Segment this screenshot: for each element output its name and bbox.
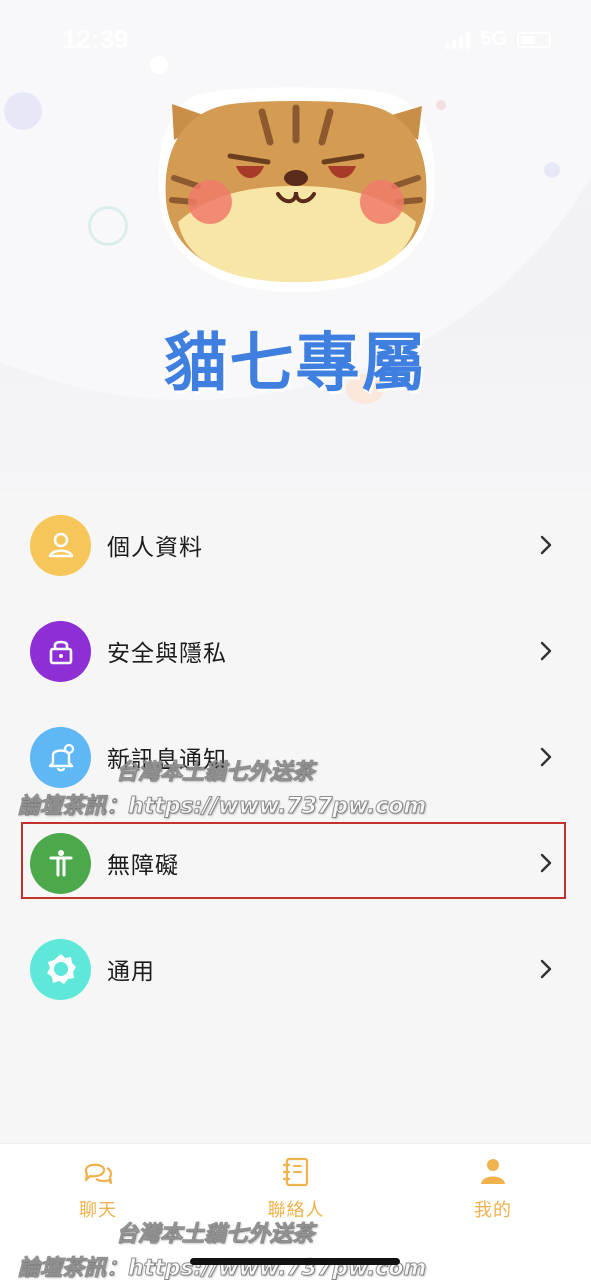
decor-ring <box>88 206 128 246</box>
menu-item-general[interactable]: 通用 <box>0 916 591 1022</box>
decor-dot <box>4 92 42 130</box>
menu-item-label: 無障礙 <box>107 853 179 879</box>
chevron-right-icon <box>540 535 552 555</box>
decor-dot <box>544 162 560 178</box>
watermark-text: 論壇茶訊：https://www.737pw.com <box>17 794 427 820</box>
menu-item-profile[interactable]: 個人資料 <box>0 492 591 598</box>
watermark-text: 台灣本土貓七外送茶 <box>115 1222 315 1248</box>
watermark-text: 台灣本土貓七外送茶 <box>115 760 315 786</box>
tab-me[interactable]: 我的 <box>433 1156 553 1222</box>
general-icon-badge <box>30 938 91 1000</box>
brand-title: 貓七專屬 <box>163 327 428 401</box>
menu-item-label: 安全與隱私 <box>107 641 227 667</box>
person-icon <box>48 532 73 558</box>
signal-icon <box>445 31 471 49</box>
cat-mascot <box>150 82 442 296</box>
lock-icon <box>49 640 72 665</box>
contacts-icon <box>282 1157 309 1187</box>
home-indicator <box>190 1258 400 1265</box>
accessibility-icon-badge <box>30 832 91 894</box>
battery-icon <box>517 31 551 48</box>
chat-icon <box>84 1163 113 1185</box>
status-bar: 12:39 5G <box>0 0 591 80</box>
watermark-text: 論壇茶訊：https://www.737pw.com <box>17 1256 427 1280</box>
profile-icon <box>481 1159 505 1184</box>
security-icon-badge <box>30 620 91 682</box>
menu-item-security-privacy[interactable]: 安全與隱私 <box>0 598 591 704</box>
chevron-right-icon <box>540 747 552 767</box>
menu-item-label: 通用 <box>107 959 155 985</box>
accessibility-icon <box>49 850 72 877</box>
tab-me-label: 我的 <box>474 1200 512 1221</box>
menu-item-label: 個人資料 <box>107 535 203 561</box>
menu-item-accessibility[interactable]: 無障礙 <box>0 810 591 916</box>
chevron-right-icon <box>540 641 552 661</box>
chevron-right-icon <box>540 853 552 873</box>
status-indicators: 5G <box>445 28 551 51</box>
gear-icon <box>46 954 76 984</box>
tab-contacts[interactable]: 聯絡人 <box>236 1156 356 1222</box>
status-time: 12:39 <box>62 24 129 54</box>
chevron-right-icon <box>540 959 552 979</box>
tab-chat[interactable]: 聊天 <box>38 1156 158 1222</box>
cat-mascot-icon <box>158 87 436 292</box>
notification-icon-badge <box>30 726 91 788</box>
profile-icon-badge <box>30 514 91 576</box>
network-label: 5G <box>480 28 507 50</box>
bell-icon <box>48 743 74 772</box>
